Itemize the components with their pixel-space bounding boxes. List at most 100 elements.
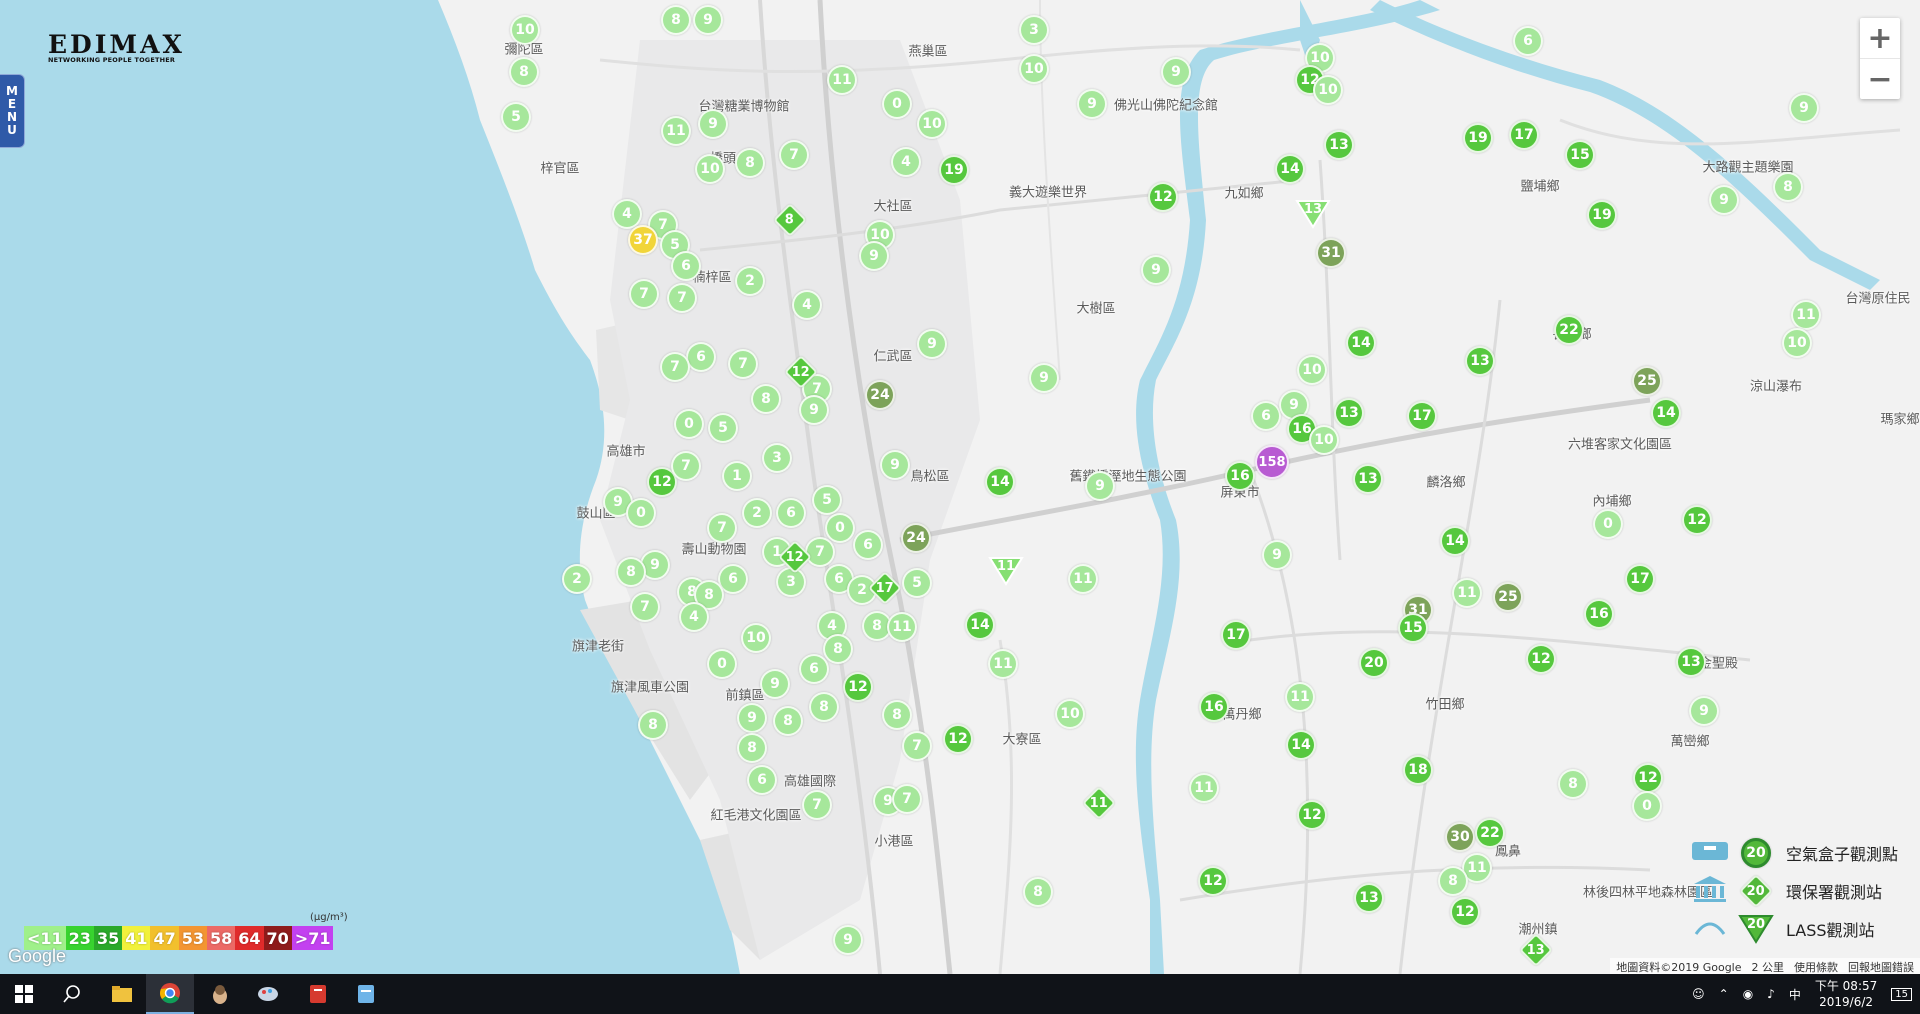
airbox-marker[interactable]: 12	[1682, 505, 1712, 535]
airbox-marker[interactable]: 9	[760, 669, 790, 699]
airbox-marker[interactable]: 6	[671, 251, 701, 281]
airbox-marker[interactable]: 8	[1558, 769, 1588, 799]
airbox-marker[interactable]: 8	[1438, 866, 1468, 896]
airbox-marker[interactable]: 6	[686, 342, 716, 372]
airbox-marker[interactable]: 0	[707, 649, 737, 679]
ime-indicator[interactable]: 中	[1789, 986, 1801, 1003]
airbox-marker[interactable]: 17	[1625, 564, 1655, 594]
airbox-marker[interactable]: 19	[939, 155, 969, 185]
start-button[interactable]	[0, 974, 48, 1014]
airbox-marker[interactable]: 8	[661, 5, 691, 35]
airbox-marker[interactable]: 158	[1255, 445, 1289, 479]
airbox-marker[interactable]: 7	[707, 513, 737, 543]
airbox-marker[interactable]: 9	[917, 329, 947, 359]
airbox-marker[interactable]: 7	[779, 140, 809, 170]
network-icon[interactable]: ◉	[1743, 987, 1753, 1001]
airbox-marker[interactable]: 9	[1077, 89, 1107, 119]
airbox-marker[interactable]: 14	[1286, 730, 1316, 760]
airbox-marker[interactable]: 12	[1526, 644, 1556, 674]
airbox-marker[interactable]: 8	[882, 700, 912, 730]
airbox-marker[interactable]: 14	[965, 610, 995, 640]
airbox-marker[interactable]: 13	[1334, 398, 1364, 428]
airbox-marker[interactable]: 10	[1297, 355, 1327, 385]
airbox-marker[interactable]: 7	[892, 784, 922, 814]
airbox-marker[interactable]: 11	[1791, 300, 1821, 330]
airbox-marker[interactable]: 8	[809, 692, 839, 722]
tray-overflow-icon[interactable]: ⌃	[1719, 987, 1729, 1001]
airbox-marker[interactable]: 12	[1148, 182, 1178, 212]
airbox-marker[interactable]: 10	[741, 623, 771, 653]
airbox-marker[interactable]: 12	[1633, 763, 1663, 793]
report-error-link[interactable]: 回報地圖錯誤	[1848, 959, 1914, 975]
airbox-marker[interactable]: 0	[1593, 509, 1623, 539]
airbox-marker[interactable]: 8	[1773, 172, 1803, 202]
airbox-marker[interactable]: 7	[902, 731, 932, 761]
airbox-marker[interactable]: 2	[735, 266, 765, 296]
airbox-marker[interactable]: 22	[1554, 315, 1584, 345]
airbox-marker[interactable]: 6	[1251, 401, 1281, 431]
airbox-marker[interactable]: 13	[1353, 464, 1383, 494]
airbox-marker[interactable]: 8	[638, 710, 668, 740]
clock[interactable]: 下午 08:57 2019/6/2	[1815, 978, 1877, 1010]
airbox-marker[interactable]: 9	[1029, 363, 1059, 393]
airbox-marker[interactable]: 0	[882, 89, 912, 119]
airbox-marker[interactable]: 31	[1316, 238, 1346, 268]
airbox-marker[interactable]: 9	[698, 109, 728, 139]
airbox-marker[interactable]: 3	[762, 443, 792, 473]
airbox-marker[interactable]: 8	[737, 733, 767, 763]
airbox-marker[interactable]: 6	[799, 654, 829, 684]
zoom-out-button[interactable]: −	[1860, 59, 1900, 99]
airbox-marker[interactable]: 0	[825, 513, 855, 543]
airbox-marker[interactable]: 12	[843, 672, 873, 702]
volume-icon[interactable]: ♪	[1767, 987, 1775, 1001]
airbox-marker[interactable]: 5	[812, 485, 842, 515]
airbox-marker[interactable]: 1	[722, 461, 752, 491]
airbox-marker[interactable]: 8	[823, 634, 853, 664]
airbox-marker[interactable]: 9	[1262, 540, 1292, 570]
airbox-marker[interactable]: 12	[1450, 897, 1480, 927]
airbox-marker[interactable]: 37	[628, 225, 658, 255]
airbox-marker[interactable]: 16	[1199, 692, 1229, 722]
airbox-marker[interactable]: 12	[1297, 800, 1327, 830]
airbox-marker[interactable]: 9	[1709, 185, 1739, 215]
airbox-marker[interactable]: 4	[612, 199, 642, 229]
airbox-marker[interactable]: 9	[799, 395, 829, 425]
airbox-marker[interactable]: 10	[1309, 425, 1339, 455]
airbox-marker[interactable]: 4	[891, 147, 921, 177]
airbox-marker[interactable]: 11	[1189, 773, 1219, 803]
airbox-marker[interactable]: 11	[661, 116, 691, 146]
app-button-2[interactable]	[244, 974, 292, 1014]
airbox-marker[interactable]: 13	[1676, 647, 1706, 677]
airbox-marker[interactable]: 0	[674, 409, 704, 439]
lass-station-marker[interactable]: 11	[988, 556, 1024, 586]
airbox-marker[interactable]: 7	[805, 537, 835, 567]
airbox-marker[interactable]: 10	[1313, 75, 1343, 105]
airbox-marker[interactable]: 0	[1632, 791, 1662, 821]
airbox-marker[interactable]: 16	[1225, 461, 1255, 491]
airbox-marker[interactable]: 19	[1463, 123, 1493, 153]
airbox-marker[interactable]: 6	[747, 765, 777, 795]
airbox-marker[interactable]: 11	[1285, 682, 1315, 712]
map-canvas[interactable]: 彌陀區 燕巢區 台灣糖業博物館 佛光山佛陀紀念館 梓官區 大社區 義大遊樂世界 九如鄉 鹽埔鄉大…	[0, 0, 1920, 974]
file-explorer-button[interactable]	[98, 974, 146, 1014]
airbox-marker[interactable]: 20	[1359, 648, 1389, 678]
airbox-marker[interactable]: 24	[865, 380, 895, 410]
people-icon[interactable]: ☺	[1692, 987, 1705, 1001]
airbox-marker[interactable]: 15	[1565, 140, 1595, 170]
app-button-3[interactable]	[294, 974, 342, 1014]
airbox-marker[interactable]: 9	[737, 703, 767, 733]
airbox-marker[interactable]: 8	[773, 706, 803, 736]
airbox-marker[interactable]: 22	[1475, 818, 1505, 848]
airbox-marker[interactable]: 3	[776, 567, 806, 597]
airbox-marker[interactable]: 8	[1023, 877, 1053, 907]
airbox-marker[interactable]: 10	[695, 154, 725, 184]
airbox-marker[interactable]: 9	[880, 450, 910, 480]
airbox-marker[interactable]: 4	[679, 602, 709, 632]
lass-station-marker[interactable]: 13	[1295, 199, 1331, 229]
airbox-marker[interactable]: 15	[1398, 613, 1428, 643]
airbox-marker[interactable]: 6	[853, 530, 883, 560]
airbox-marker[interactable]: 19	[1587, 200, 1617, 230]
airbox-marker[interactable]: 25	[1493, 582, 1523, 612]
airbox-marker[interactable]: 3	[1019, 15, 1049, 45]
airbox-marker[interactable]: 9	[1689, 696, 1719, 726]
